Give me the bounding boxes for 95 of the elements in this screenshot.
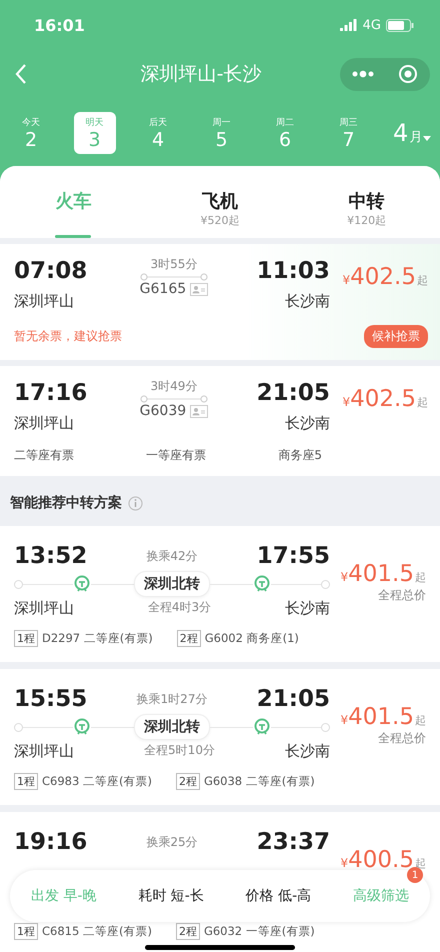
leg-detail: G6032 一等座(有票) [204,924,315,939]
route-dot [14,580,23,588]
date-tab[interactable]: 今天 2 [10,112,52,154]
depart-station: 深圳坪山 [14,414,74,433]
station-icon [253,575,271,593]
capsule-menu[interactable] [340,58,430,90]
transport-tab[interactable]: 火车 [23,181,124,239]
leg-tag: 2程 [176,773,200,790]
leg-tag: 1程 [14,773,38,790]
signal-icon [340,19,358,31]
leg-tag: 1程 [14,923,38,940]
back-icon[interactable] [14,63,28,85]
seat-availability: 二等座有票 [14,447,74,464]
station-icon [253,718,271,736]
arrive-time: 11:03 [256,257,330,286]
leg-detail: G6038 二等座(有票) [204,774,315,789]
sort-option[interactable]: 出发 早-晚 [28,883,98,909]
duration: 3时55分 [150,256,198,273]
arrive-time: 21:05 [256,685,330,714]
station-icon [73,575,91,593]
route-dot [14,722,23,732]
arrive-station: 长沙南 [284,292,330,311]
month-picker[interactable]: 4 月 [393,119,432,147]
transfer-wait: 换乘25分 [146,834,198,850]
transfer-card[interactable]: 15:55 换乘1时27分 21:05 深圳北转 深圳坪山 全程5时10分 长沙南 ¥401.5 起 全程总价 1程 C6983 二等座(有票) 2程 G6038 二等座(有票) [0,669,440,805]
depart-time: 19:16 [14,828,88,857]
price: ¥401.5 起 [340,704,426,730]
depart-time: 17:16 [14,379,88,408]
price: ¥402.5 起 [342,264,428,290]
leg-tag: 1程 [14,630,38,647]
station-icon [73,718,91,736]
arrive-station: 长沙南 [285,742,330,761]
arrive-time: 23:37 [256,828,330,857]
transfer-card[interactable]: 13:52 换乘42分 17:55 深圳北转 深圳坪山 全程4时3分 长沙南 ¥401.5 起 全程总价 1程 D2297 二等座(有票) 2程 G6002 商务座(1) [0,526,440,662]
train-number: G6165 [140,281,186,297]
arrive-time: 21:05 [256,379,330,408]
leg-tag: 2程 [176,923,200,940]
close-icon[interactable] [398,64,418,84]
depart-station: 深圳坪山 [14,742,74,761]
transfer-station: 深圳北转 [134,571,210,597]
route-line [140,395,208,403]
depart-time: 15:55 [14,685,88,714]
price-note: 全程总价 [378,730,426,747]
sort-option[interactable]: 价格 低-高 [244,883,314,909]
depart-time: 13:52 [14,542,88,571]
seat-availability: 商务座5 [278,447,322,464]
sort-option[interactable]: 高级筛选 [351,883,412,909]
transport-tab[interactable]: 飞机 ¥520起 [170,181,270,239]
status-time: 16:01 [34,16,85,34]
route-dot [321,722,330,732]
date-tab[interactable]: 后天 4 [137,112,179,154]
id-card-icon [190,282,208,296]
network-label: 4G [362,18,381,32]
leg-tag: 2程 [176,630,201,647]
arrive-station: 长沙南 [285,599,330,618]
transfer-station: 深圳北转 [134,714,210,740]
duration: 3时49分 [150,378,198,395]
route-dot [321,580,330,588]
section-title: 智能推荐中转方案 [10,494,122,512]
price: ¥401.5 起 [340,561,426,587]
train-number: G6039 [140,403,186,419]
leg-detail: D2297 二等座(有票) [42,631,153,646]
leg-detail: C6983 二等座(有票) [42,774,152,789]
date-tab[interactable]: 周二 6 [264,112,306,154]
leg-detail: G6002 商务座(1) [204,631,299,646]
route-line [140,273,208,281]
price-note: 全程总价 [378,587,426,604]
count-badge: 1 [407,867,424,883]
seat-availability: 一等座有票 [146,447,206,464]
ticket-notice: 暂无余票，建议抢票 [14,328,122,345]
waitlist-button[interactable]: 候补抢票 [364,325,428,348]
train-card[interactable]: 17:16 深圳坪山 3时49分 G6039 21:05 长沙南 ¥402.5 起 二等座有票 一等座有票 商务座5 [0,366,440,476]
caret-icon [423,136,432,141]
page-title: 深圳坪山-长沙 [140,62,262,87]
date-tab[interactable]: 明天 3 [74,112,116,154]
train-card[interactable]: 07:08 深圳坪山 3时55分 G6165 11:03 长沙南 ¥402.5 起 暂无余票，建议抢票 候补抢票 [0,244,440,360]
date-tab[interactable]: 周一 5 [200,112,242,154]
depart-station: 深圳坪山 [14,292,74,311]
more-icon[interactable] [352,70,374,78]
sort-option[interactable]: 耗时 短-长 [136,883,206,909]
transfer-wait: 换乘42分 [146,548,198,564]
depart-station: 深圳坪山 [14,599,74,618]
battery-icon [386,18,414,32]
arrive-time: 17:55 [256,542,330,571]
date-tab[interactable]: 周三 7 [328,112,370,154]
id-card-icon [190,404,208,418]
arrive-station: 长沙南 [284,414,330,433]
info-icon[interactable] [128,496,143,510]
total-time: 全程5时10分 [144,742,215,759]
depart-time: 07:08 [14,257,88,286]
price: ¥402.5 起 [342,386,428,412]
transfer-wait: 换乘1时27分 [136,690,208,708]
leg-detail: C6815 二等座(有票) [42,924,152,939]
total-time: 全程4时3分 [148,599,212,616]
transport-tab[interactable]: 中转 ¥120起 [316,181,417,239]
